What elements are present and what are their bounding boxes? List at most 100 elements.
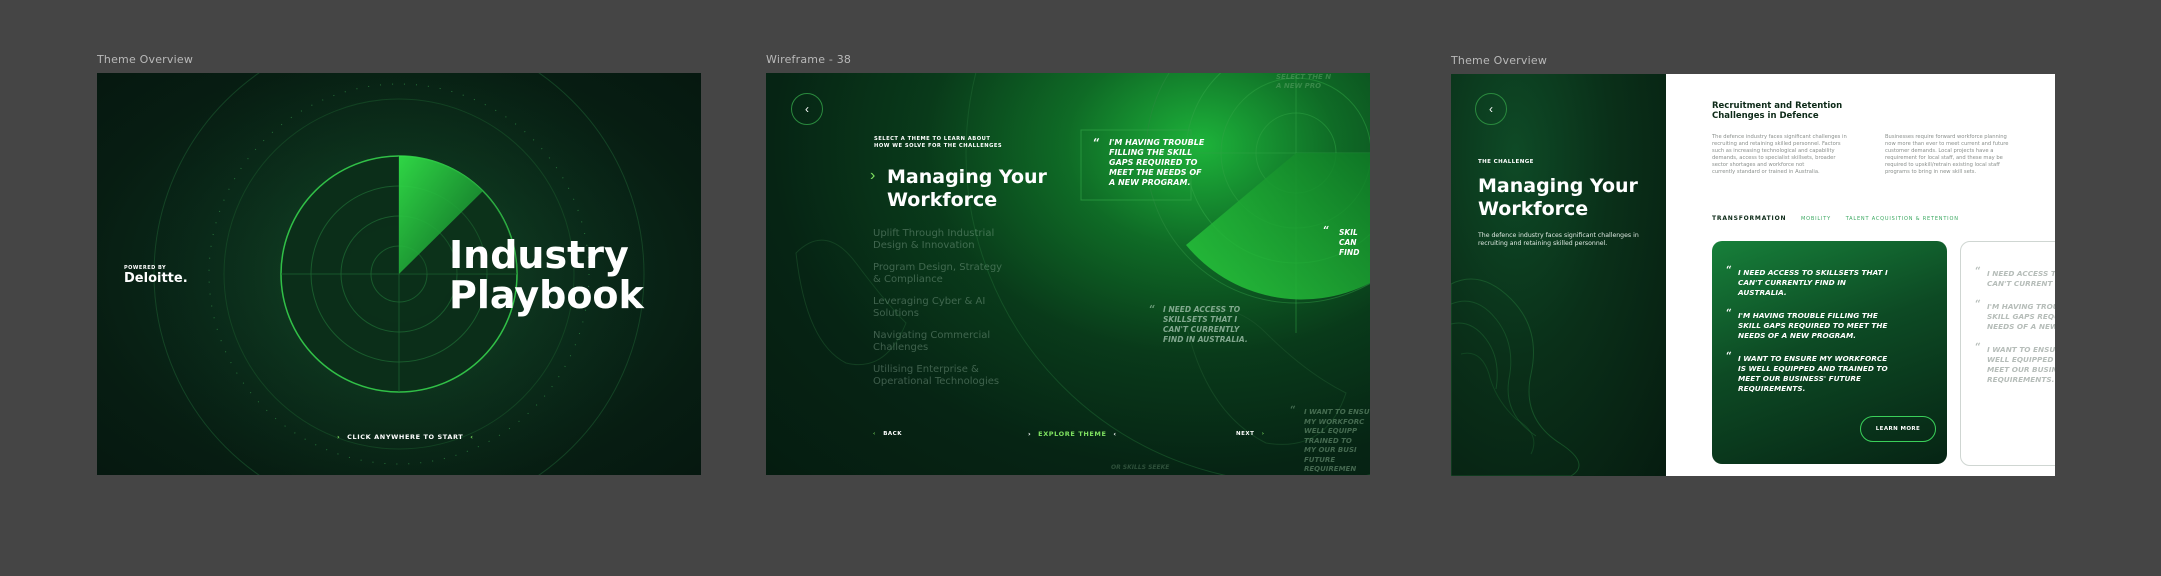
quote-line: SKILLSETS THAT I [1163, 315, 1238, 324]
chevron-right-icon: › [337, 433, 341, 441]
paragraph-line: currently standard or trained in Austral… [1712, 169, 1820, 175]
quote-line: WELL EQUIPP [1304, 427, 1358, 435]
quote-bottom-right-partial: “ I WANT TO ENSU MY WORKFORC WELL EQUIPP… [1290, 405, 1370, 475]
back-circle-button[interactable]: ‹ [1475, 93, 1507, 125]
frame-theme-detail: ‹ THE CHALLENGE Managing Your Workforce … [1451, 74, 2055, 476]
paragraph-line: now more than ever to meet current and f… [1885, 141, 2009, 147]
quote-line: I'M HAVING TROU [1987, 302, 2055, 311]
quote-card-secondary[interactable]: “ I NEED ACCESS TO CAN'T CURRENT “ I'M H… [1960, 241, 2055, 466]
quote-line: MEET OUR BUSIN [1987, 365, 2055, 374]
quote-line: FILLING THE SKILL [1109, 148, 1193, 157]
theme-item-line: Program Design, Strategy [873, 262, 1003, 273]
quote-line: MEET THE NEEDS OF [1109, 168, 1202, 177]
theme-item-line: Leveraging Cyber & AI [873, 296, 986, 307]
theme-item-line: & Compliance [873, 274, 943, 285]
theme-item-line: Challenges [873, 342, 929, 353]
quote-line: MEET OUR BUSINESS' FUTURE [1738, 374, 1862, 383]
quote-line: IS WELL EQUIPPED AND TRAINED TO [1738, 364, 1888, 373]
quote-line: FUTURE [1304, 455, 1336, 464]
challenge-eyebrow: THE CHALLENGE [1478, 159, 1534, 165]
theme-item-line: Operational Technologies [873, 376, 1000, 387]
paragraph-line: demands, access to specialist skillsets,… [1712, 155, 1836, 161]
quote-line: TRAINED TO [1304, 436, 1352, 445]
chevron-right-icon: › [1028, 430, 1032, 438]
paragraph-line: sector shortages and workforce not [1712, 162, 1805, 168]
back-circle-button[interactable]: ‹ [791, 93, 823, 125]
quote-line: AUSTRALIA. [1738, 288, 1787, 297]
quote-line: GAPS REQUIRED TO [1109, 158, 1198, 167]
detail-left-panel: ‹ THE CHALLENGE Managing Your Workforce … [1451, 74, 1666, 476]
start-cta[interactable]: › CLICK ANYWHERE TO START ‹ [337, 433, 473, 441]
section-heading: Recruitment and Retention Challenges in … [1712, 101, 1842, 121]
quote-line: SELECT THE N [1276, 73, 1332, 81]
quote-line: A NEW PROGRAM. [1109, 178, 1191, 187]
theme-title: Managing Your Workforce [887, 166, 1047, 212]
quote-line: FIND IN AUSTRALIA. [1163, 335, 1248, 344]
detail-title: Managing Your Workforce [1478, 175, 1638, 221]
paragraph-line: recruiting and retaining skilled personn… [1712, 141, 1841, 147]
quote-line: REQUIREMEN [1304, 465, 1357, 473]
theme-item-industrial-design[interactable]: Uplift Through Industrial Design & Innov… [873, 228, 1002, 252]
next-label: NEXT [1236, 431, 1255, 437]
quote-card-primary[interactable]: “ I NEED ACCESS TO SKILLSETS THAT I CAN'… [1712, 241, 1947, 464]
quote-line: I NEED ACCESS TO [1163, 305, 1241, 314]
chevron-left-icon: ‹ [873, 431, 876, 437]
paragraph-line: required to upskill/retrain existing loc… [1885, 162, 2000, 168]
quote-mark-icon: “ [1975, 342, 1981, 353]
next-button[interactable]: NEXT › [1236, 431, 1265, 437]
paragraph-line: programs to bring in new skill sets. [1885, 169, 1977, 175]
quote-line: SKILL GAPS REQUIRED TO MEET THE [1738, 321, 1888, 330]
back-button[interactable]: ‹ BACK [873, 431, 902, 437]
frame-label-theme-overview-2: Theme Overview [1451, 54, 1548, 67]
quote-line: MY OUR BUSI [1304, 446, 1357, 454]
quote-mark-icon: “ [1975, 299, 1981, 310]
theme-item-program-design[interactable]: Program Design, Strategy & Compliance [873, 262, 1002, 286]
heading-line: Recruitment and Retention [1712, 101, 1843, 111]
quote-right-partial: “ SKIL CAN FIND [1323, 224, 1360, 258]
explore-theme-button[interactable]: › EXPLORE THEME ‹ [1028, 430, 1117, 438]
tab-transformation[interactable]: TRANSFORMATION [1712, 215, 1786, 222]
quote-line: SKIL [1339, 228, 1358, 237]
learn-more-button[interactable]: LEARN MORE [1860, 416, 1936, 442]
theme-item-line: Uplift Through Industrial [873, 228, 995, 239]
chevron-right-icon: › [870, 167, 876, 184]
tab-talent-acquisition[interactable]: TALENT ACQUISITION & RETENTION [1846, 216, 1959, 222]
quote-mark-icon: “ [1323, 224, 1330, 237]
chevron-left-icon: ‹ [470, 433, 474, 441]
eyebrow-line-2: HOW WE SOLVE FOR THE CHALLENGES [874, 143, 1003, 149]
quote-main-text: I'M HAVING TROUBLE FILLING THE SKILL GAP… [1109, 138, 1229, 188]
paragraph-line: customer demands. Local projects have a [1885, 148, 1994, 154]
subtitle-line: The defence industry faces significant c… [1478, 232, 1639, 239]
theme-item-enterprise[interactable]: Utilising Enterprise & Operational Techn… [873, 364, 1002, 388]
quote-line: REQUIREMENTS. [1738, 384, 1806, 393]
quote-top-partial: SELECT THE N A NEW PRO [1276, 73, 1331, 91]
paragraph-line: Businesses require forward workforce pla… [1885, 134, 2007, 140]
quote-mark-icon: “ [1726, 265, 1732, 276]
back-label: BACK [883, 431, 902, 437]
quote-line: CAN'T CURRENT [1987, 279, 2053, 288]
quote-mark-icon: “ [1149, 303, 1156, 316]
detail-title-line-1: Managing Your [1478, 175, 1638, 197]
quote-line: I'M HAVING TROUBLE [1109, 138, 1205, 147]
quote-mark-icon: “ [1093, 136, 1100, 150]
theme-list: Uplift Through Industrial Design & Innov… [873, 228, 1002, 388]
explore-label: EXPLORE THEME [1038, 430, 1107, 438]
page-title: Industry Playbook [449, 235, 644, 315]
tab-mobility[interactable]: MOBILITY [1801, 216, 1831, 222]
theme-title-line-2: Workforce [887, 189, 998, 211]
paragraph-2: Businesses require forward workforce pla… [1885, 134, 2045, 176]
theme-item-cyber-ai[interactable]: Leveraging Cyber & AI Solutions [873, 296, 1002, 320]
paragraph-1: The defence industry faces significant c… [1712, 134, 1872, 176]
frame-label-theme-overview-1: Theme Overview [97, 53, 194, 66]
theme-item-commercial[interactable]: Navigating Commercial Challenges [873, 330, 1002, 354]
quote-line: SKILL GAPS REQU [1987, 312, 2055, 321]
radar-background [795, 73, 1370, 475]
quote-mark-icon: “ [1290, 405, 1296, 416]
quote-line: FIND [1339, 248, 1360, 257]
quote-mark-icon: “ [1726, 308, 1732, 319]
frame-industry-playbook[interactable]: POWERED BY Deloitte. Industry Playbook ›… [97, 73, 701, 475]
heading-line: Challenges in Defence [1712, 111, 1819, 121]
quote-line: NEEDS OF A NEW [1987, 322, 2055, 331]
quote-line: REQUIREMENTS. [1987, 375, 2055, 384]
detail-title-line-2: Workforce [1478, 198, 1589, 220]
